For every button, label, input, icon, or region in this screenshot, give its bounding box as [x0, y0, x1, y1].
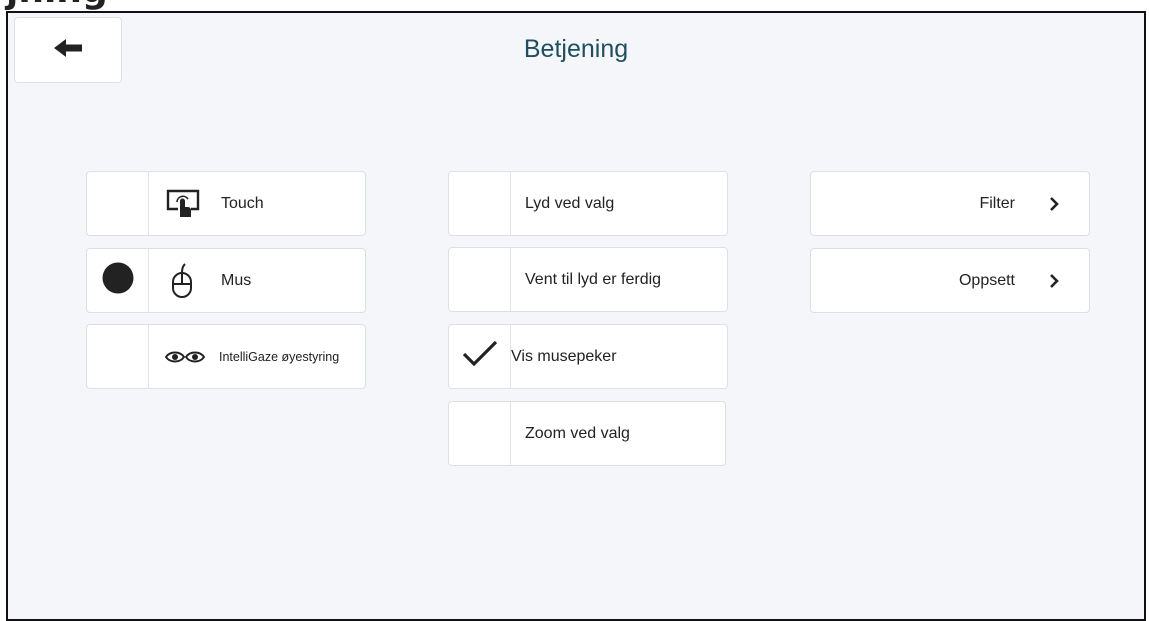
touch-screen-icon	[165, 172, 203, 235]
checkmark-icon	[462, 340, 498, 373]
checkbox-indicator	[449, 172, 511, 235]
input-method-label: Mus	[221, 271, 252, 289]
checkbox-indicator	[449, 402, 511, 465]
radio-selected-icon	[102, 262, 134, 299]
nav-label: Filter	[979, 194, 1015, 212]
option-label: Lyd ved valg	[525, 194, 615, 212]
option-label: Zoom ved valg	[525, 424, 630, 442]
nav-filter-button[interactable]: Filter	[810, 171, 1090, 236]
checkbox-indicator	[449, 248, 511, 311]
input-method-mouse[interactable]: Mus	[86, 248, 366, 313]
option-vent-til-lyd[interactable]: Vent til lyd er ferdig	[448, 247, 728, 312]
mouse-icon	[170, 249, 194, 312]
option-label: Vis musepeker	[511, 347, 617, 365]
input-method-intelligaze[interactable]: IntelliGaze øyestyring	[86, 324, 366, 389]
nav-label: Oppsett	[958, 271, 1015, 289]
nav-oppsett-button[interactable]: Oppsett	[810, 248, 1090, 313]
selection-indicator	[87, 249, 149, 312]
selection-indicator	[87, 325, 149, 388]
input-method-label: Touch	[221, 194, 264, 212]
option-lyd-ved-valg[interactable]: Lyd ved valg	[448, 171, 728, 236]
option-zoom-ved-valg[interactable]: Zoom ved valg	[448, 401, 726, 466]
input-method-touch[interactable]: Touch	[86, 171, 366, 236]
chevron-right-icon	[1049, 249, 1059, 312]
option-label: Vent til lyd er ferdig	[525, 270, 662, 288]
option-vis-musepeker[interactable]: Vis musepeker	[448, 324, 728, 389]
settings-window: Betjening Touch Mus IntelliGaze øyestyri…	[6, 11, 1146, 621]
chevron-right-icon	[1049, 172, 1059, 235]
selection-indicator	[87, 172, 149, 235]
input-method-label: IntelliGaze øyestyring	[219, 349, 340, 364]
top-heading-text: jning	[6, 0, 108, 11]
page-title: Betjening	[523, 35, 629, 63]
checkbox-indicator	[449, 325, 511, 388]
eyes-icon	[165, 325, 205, 388]
